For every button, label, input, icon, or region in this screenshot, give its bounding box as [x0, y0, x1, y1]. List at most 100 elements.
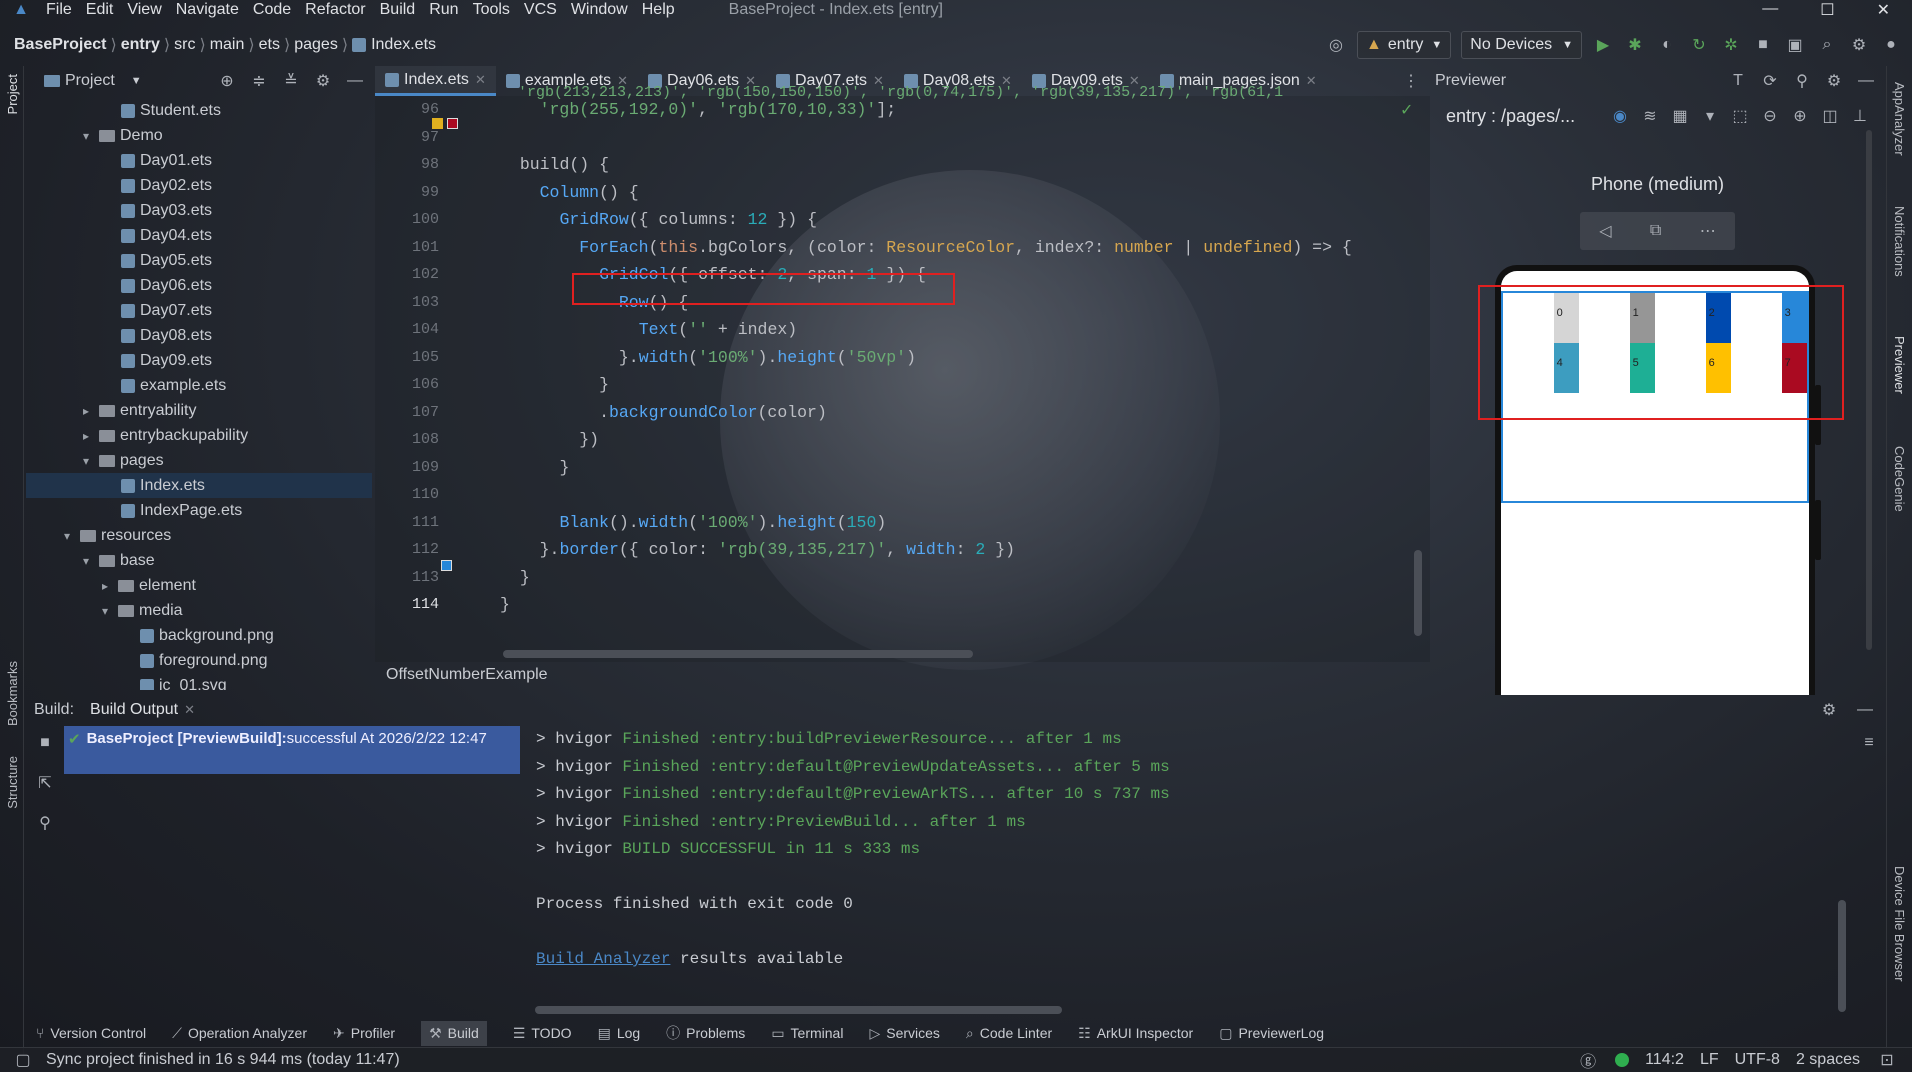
- zoom-out-icon[interactable]: ⊖: [1759, 105, 1781, 127]
- tree-folder[interactable]: ▾ base: [26, 548, 372, 573]
- refresh-icon[interactable]: ⟳: [1759, 70, 1781, 92]
- hide-panel-icon[interactable]: —: [344, 70, 366, 92]
- line-separator[interactable]: LF: [1700, 1051, 1719, 1069]
- tool-window-previewerlog[interactable]: ▢ PreviewerLog: [1219, 1025, 1324, 1042]
- menu-item-build[interactable]: Build: [380, 1, 416, 19]
- tree-folder[interactable]: ▾ resources: [26, 523, 372, 548]
- tree-folder[interactable]: ▾ media: [26, 598, 372, 623]
- build-analyzer-link[interactable]: Build Analyzer: [536, 950, 670, 968]
- tree-file[interactable]: Day07.ets: [26, 298, 372, 323]
- locate-file-icon[interactable]: ⊕: [216, 70, 238, 92]
- soft-wrap-icon[interactable]: ≡: [1858, 732, 1880, 754]
- run-config-select[interactable]: ▲ entry ▼: [1356, 31, 1452, 59]
- app-analyzer-tool-tab[interactable]: AppAnalyzer: [1892, 82, 1907, 156]
- fit-icon[interactable]: ⬚: [1729, 105, 1751, 127]
- tree-file[interactable]: Day08.ets: [26, 323, 372, 348]
- more-icon[interactable]: ⋯: [1700, 221, 1716, 241]
- menu-item-tools[interactable]: Tools: [473, 1, 510, 19]
- breadcrumb-item[interactable]: pages: [294, 36, 338, 54]
- tree-file[interactable]: Day09.ets: [26, 348, 372, 373]
- menu-item-view[interactable]: View: [127, 1, 161, 19]
- account-icon[interactable]: ●: [1880, 34, 1902, 56]
- code-breadcrumb[interactable]: OffsetNumberExample: [386, 666, 548, 684]
- breadcrumb-item[interactable]: ets: [259, 36, 280, 54]
- previewer-tool-tab[interactable]: Previewer: [1892, 336, 1907, 394]
- ruler-icon[interactable]: ⊥: [1849, 105, 1871, 127]
- tree-file[interactable]: example.ets: [26, 373, 372, 398]
- menu-item-refactor[interactable]: Refactor: [305, 1, 365, 19]
- tree-file[interactable]: Day04.ets: [26, 223, 372, 248]
- caret-position[interactable]: 114:2: [1645, 1051, 1684, 1069]
- breadcrumb-item[interactable]: entry: [121, 36, 160, 54]
- console-vertical-scrollbar[interactable]: [1838, 900, 1846, 1012]
- breadcrumb-item[interactable]: Index.ets: [371, 36, 436, 54]
- previewer-scrollbar[interactable]: [1866, 130, 1872, 650]
- tree-file[interactable]: Day05.ets: [26, 248, 372, 273]
- close-window-icon[interactable]: ✕: [1877, 0, 1890, 20]
- codegenie-status-icon[interactable]: ⓖ: [1577, 1049, 1599, 1071]
- tree-file[interactable]: ic_01.svg: [26, 673, 372, 690]
- attach-debugger-icon[interactable]: ✲: [1720, 34, 1742, 56]
- zoom-in-icon[interactable]: ⊕: [1789, 105, 1811, 127]
- tree-file[interactable]: Day06.ets: [26, 273, 372, 298]
- build-console[interactable]: > hvigor Finished :entry:buildPreviewerR…: [520, 726, 1840, 1016]
- tree-folder[interactable]: ▾ pages: [26, 448, 372, 473]
- editor-tab[interactable]: Index.ets ✕: [375, 66, 496, 96]
- hide-panel-icon[interactable]: —: [1854, 699, 1876, 721]
- maximize-icon[interactable]: ☐: [1820, 0, 1834, 20]
- collapse-all-icon[interactable]: ≚: [280, 70, 302, 92]
- chevron-down-icon[interactable]: ▾: [83, 129, 99, 143]
- font-size-icon[interactable]: T: [1727, 70, 1749, 92]
- menu-item-run[interactable]: Run: [429, 1, 458, 19]
- rerun-icon[interactable]: ↻: [1688, 34, 1710, 56]
- chevron-down-icon[interactable]: ▼: [131, 75, 142, 87]
- tool-window-code-linter[interactable]: ⌕ Code Linter: [966, 1025, 1052, 1042]
- open-external-icon[interactable]: ⇱: [34, 772, 56, 794]
- lock-icon[interactable]: ⊡: [1876, 1049, 1898, 1071]
- chevron-down-icon[interactable]: ▾: [83, 454, 99, 468]
- tool-window-build[interactable]: ⚒ Build: [421, 1020, 487, 1046]
- tool-window-arkui-inspector[interactable]: ☷ ArkUI Inspector: [1078, 1025, 1193, 1042]
- tree-folder[interactable]: ▸ element: [26, 573, 372, 598]
- stop-icon[interactable]: ■: [34, 732, 56, 754]
- tree-file[interactable]: Day03.ets: [26, 198, 372, 223]
- back-icon[interactable]: ◁: [1599, 221, 1611, 241]
- settings-icon[interactable]: ⚙: [312, 70, 334, 92]
- tree-folder[interactable]: ▸ entrybackupability: [26, 423, 372, 448]
- chevron-right-icon[interactable]: ▸: [83, 429, 99, 443]
- target-icon[interactable]: ◎: [1325, 34, 1347, 56]
- breadcrumb-item[interactable]: src: [174, 36, 195, 54]
- structure-tool-tab[interactable]: Structure: [5, 756, 20, 809]
- notifications-tool-tab[interactable]: Notifications: [1892, 206, 1907, 277]
- tree-folder[interactable]: ▸ entryability: [26, 398, 372, 423]
- tree-file[interactable]: Day01.ets: [26, 148, 372, 173]
- search-icon[interactable]: ⌕: [1816, 34, 1838, 56]
- layers-icon[interactable]: ≋: [1639, 105, 1661, 127]
- menu-item-file[interactable]: File: [46, 1, 72, 19]
- editor-vertical-scrollbar[interactable]: [1414, 550, 1422, 636]
- chevron-down-icon[interactable]: ▾: [102, 604, 118, 618]
- inspector-icon[interactable]: ◉: [1609, 105, 1631, 127]
- menu-item-vcs[interactable]: VCS: [524, 1, 557, 19]
- run-icon[interactable]: ▶: [1592, 34, 1614, 56]
- close-icon[interactable]: ✕: [475, 72, 486, 88]
- tool-window-operation-analyzer[interactable]: ⟋ Operation Analyzer: [172, 1025, 307, 1042]
- menu-item-window[interactable]: Window: [571, 1, 628, 19]
- rotate-icon[interactable]: ⧉: [1650, 222, 1661, 240]
- codegenie-tool-tab[interactable]: CodeGenie: [1892, 446, 1907, 512]
- stop-icon[interactable]: ■: [1752, 34, 1774, 56]
- debug-icon[interactable]: ✱: [1624, 34, 1646, 56]
- tool-window-services[interactable]: ▷ Services: [869, 1025, 939, 1042]
- menu-item-edit[interactable]: Edit: [86, 1, 114, 19]
- tool-window-todo[interactable]: ☰ TODO: [513, 1025, 572, 1042]
- device-select[interactable]: No Devices ▼: [1461, 31, 1582, 59]
- pin-icon[interactable]: ⚲: [34, 812, 56, 834]
- tool-window-problems[interactable]: ⓘ Problems: [666, 1023, 745, 1043]
- minimize-icon[interactable]: —: [1762, 0, 1778, 20]
- console-horizontal-scrollbar[interactable]: [535, 1006, 1062, 1014]
- device-file-browser-tool-tab[interactable]: Device File Browser: [1892, 866, 1907, 982]
- breadcrumb-item[interactable]: main: [210, 36, 245, 54]
- bookmarks-tool-tab[interactable]: Bookmarks: [5, 661, 20, 726]
- expand-all-icon[interactable]: ≑: [248, 70, 270, 92]
- breadcrumb-item[interactable]: BaseProject: [14, 36, 107, 54]
